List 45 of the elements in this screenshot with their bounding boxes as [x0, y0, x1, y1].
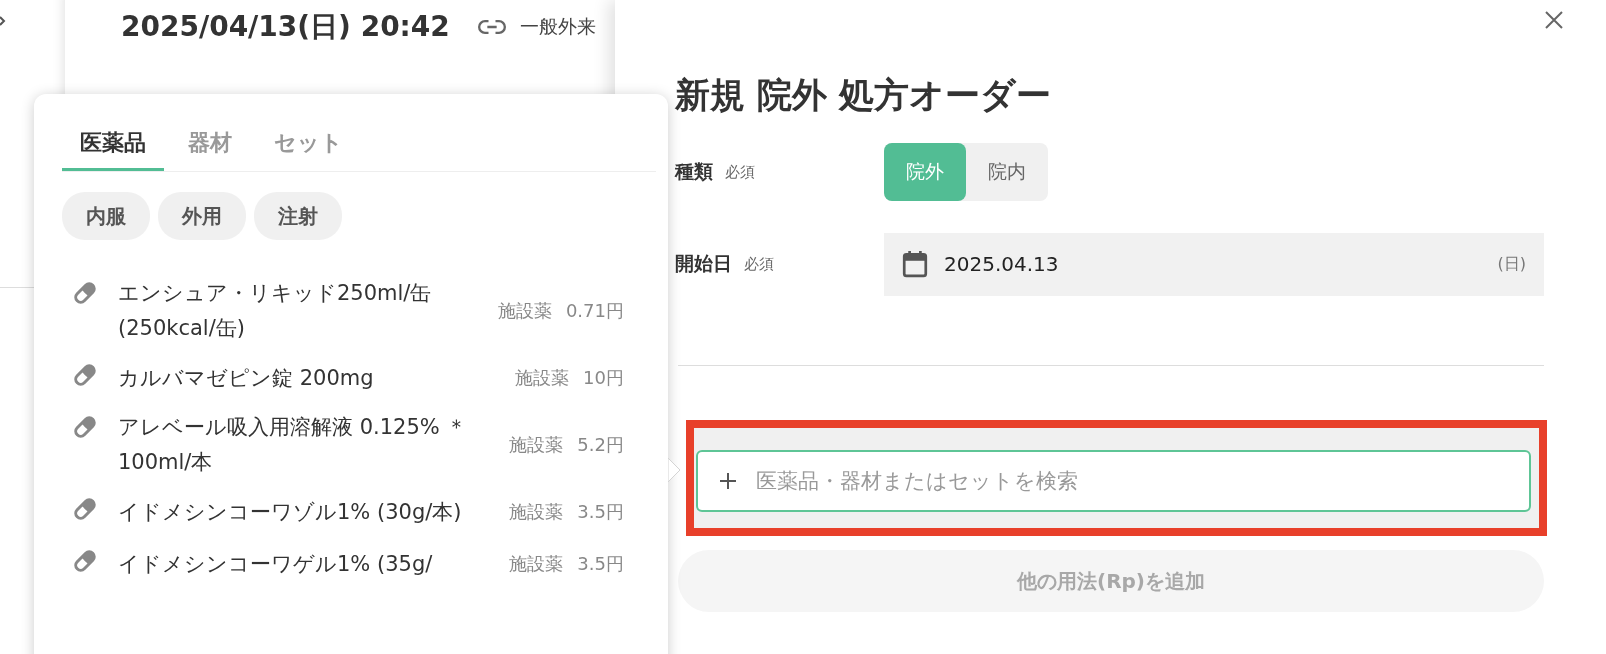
item-name: イドメシンコーワゾル1% (30g/本)	[118, 498, 463, 526]
medicine-item[interactable]: エンシュア・リキッド250ml/缶 (250kcal/缶) 施設薬 0.71円	[72, 270, 624, 352]
capsule-icon	[72, 496, 98, 522]
chevron-icon[interactable]	[0, 16, 6, 26]
item-price: 0.71円	[565, 299, 624, 323]
category-tab[interactable]: 医薬品	[62, 122, 164, 171]
medicine-item[interactable]: アレベール吸入用溶解液 0.125% ＊100ml/本 施設薬 5.2円	[72, 404, 624, 486]
visit-type-link[interactable]: 一般外来	[519, 14, 596, 40]
item-name: イドメシンコーワゲル1% (35g/	[118, 550, 434, 578]
link-icon	[477, 20, 506, 34]
medicine-item[interactable]: イドメシンコーワゲル1% (35g/ 施設薬 3.5円	[72, 538, 624, 590]
panel-title: 新規 院外 処方オーダー	[675, 74, 1053, 117]
weekday-label: (日)	[1497, 253, 1526, 275]
item-name: アレベール吸入用溶解液 0.125% ＊100ml/本	[118, 414, 469, 476]
medicine-item[interactable]: カルバマゼピン錠 200mg 施設薬 10円	[72, 352, 624, 404]
capsule-icon	[72, 280, 98, 306]
filter-chip[interactable]: 注射	[254, 192, 342, 240]
filter-chip[interactable]: 内服	[62, 192, 150, 240]
item-price: 5.2円	[577, 433, 624, 457]
required-label: 必須	[725, 162, 755, 182]
required-label: 必須	[744, 254, 774, 274]
field-label: 開始日	[675, 251, 732, 276]
filter-chip[interactable]: 外用	[158, 192, 246, 240]
item-source: 施設薬	[509, 552, 564, 576]
item-source: 施設薬	[509, 433, 564, 457]
item-name: エンシュア・リキッド250ml/缶 (250kcal/缶)	[118, 280, 433, 342]
item-source: 施設薬	[515, 366, 570, 390]
calendar-icon	[902, 250, 928, 278]
capsule-icon	[72, 362, 98, 388]
item-price: 10円	[583, 366, 624, 390]
item-price: 3.5円	[577, 500, 624, 524]
item-price: 3.5円	[577, 552, 624, 576]
date-value: 2025.04.13	[944, 252, 1059, 276]
search-field[interactable]: 医薬品・器材またはセットを検索	[696, 450, 1531, 512]
segment-option[interactable]: 院内	[966, 143, 1048, 201]
capsule-icon	[72, 414, 98, 440]
item-name: カルバマゼピン錠 200mg	[118, 364, 375, 392]
item-source: 施設薬	[497, 299, 552, 323]
field-label: 種類	[675, 159, 713, 184]
capsule-icon	[72, 548, 98, 574]
item-source: 施設薬	[509, 500, 564, 524]
date-field[interactable]: 2025.04.13 (日)	[884, 232, 1544, 296]
close-icon[interactable]	[1544, 10, 1564, 30]
medicine-item[interactable]: イドメシンコーワゾル1% (30g/本) 施設薬 3.5円	[72, 486, 624, 538]
record-datetime: 2025/04/13(日) 20:42	[121, 9, 450, 45]
